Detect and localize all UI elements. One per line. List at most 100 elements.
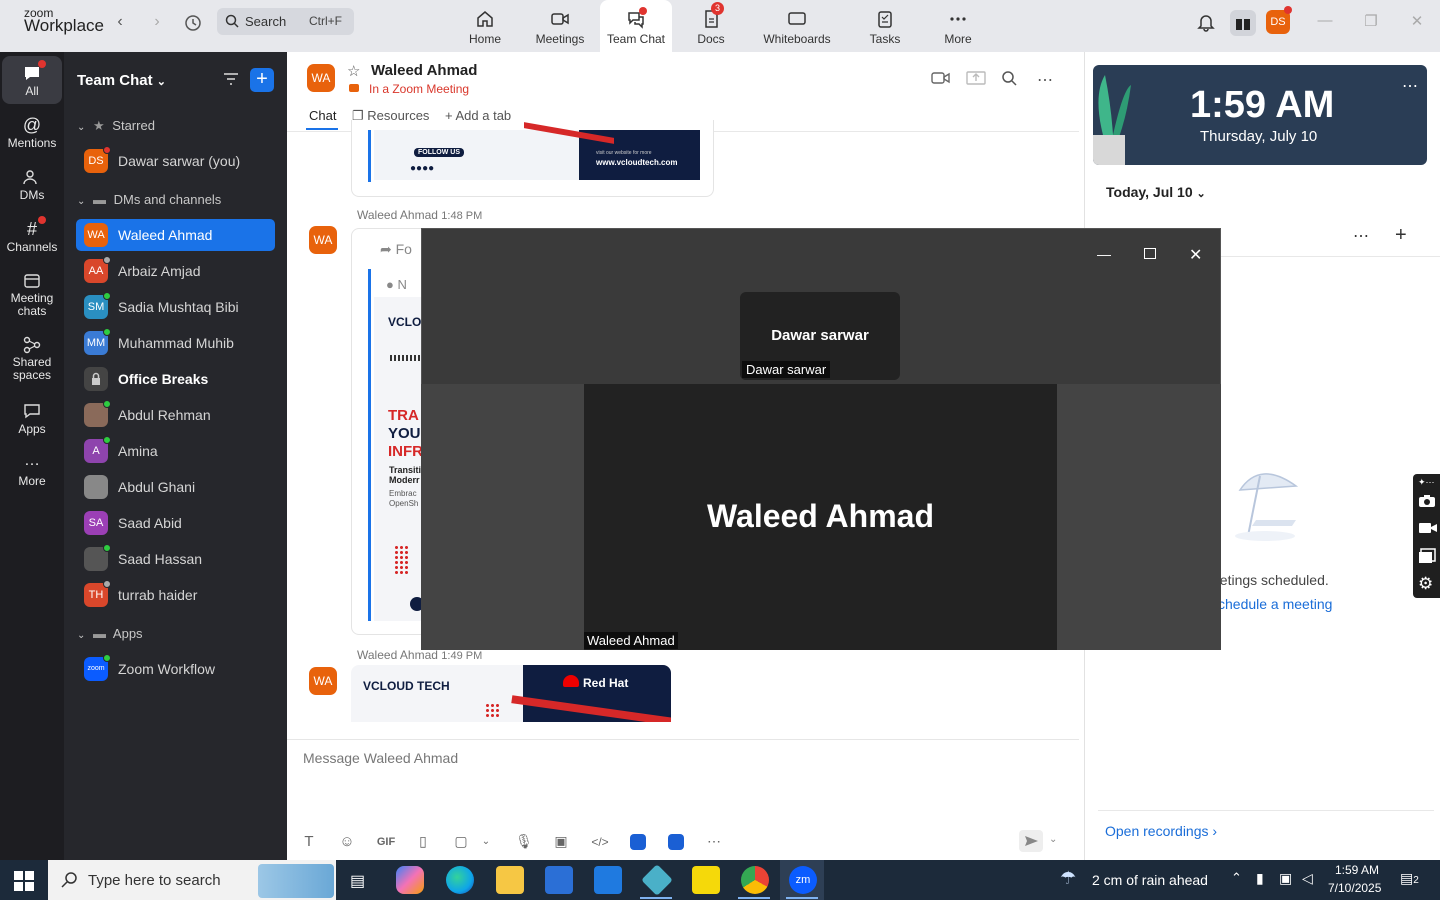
sidebar-item-turrab-haider[interactable]: TH turrab haider [76,579,275,611]
forward-arrow-icon[interactable]: › [147,13,167,33]
tab-team-chat[interactable]: Team Chat [600,0,672,52]
mail-icon[interactable] [594,866,622,894]
app-integration-icon[interactable] [630,834,646,850]
weather-rain-icon[interactable]: ☂ [1060,868,1076,889]
notification-center-icon[interactable]: ▤2 [1400,870,1419,887]
video-maximize-icon[interactable] [1144,248,1156,259]
schedule-meeting-link[interactable]: chedule a meeting [1218,596,1332,612]
more-options-icon[interactable]: ⋯ [1037,70,1053,90]
open-recordings-link[interactable]: Open recordings › [1105,823,1217,839]
sidebar-item-zoom-workflow[interactable]: zoom Zoom Workflow [76,653,275,685]
rail-item-shared-spaces[interactable]: Shared spaces [0,334,64,382]
rail-item-dms[interactable]: DMs [0,166,64,202]
bell-icon[interactable] [1196,12,1216,32]
sidebar-item-abdul-rehman[interactable]: Abdul Rehman [76,399,275,431]
rail-item-meeting-chats[interactable]: Meeting chats [0,270,64,318]
edge-browser-icon[interactable] [446,866,474,894]
sidebar-item-abdul-ghani[interactable]: Abdul Ghani [76,471,275,503]
tab-tasks[interactable]: Tasks [849,0,921,52]
rail-item-all[interactable]: All [0,60,64,98]
tab-more[interactable]: More [922,0,994,52]
chrome-icon[interactable] [741,866,769,894]
sidebar-item-amina[interactable]: A Amina [76,435,275,467]
sidebar-item-office-breaks[interactable]: Office Breaks [76,363,275,395]
message-avatar[interactable]: WA [309,226,337,254]
window-icon[interactable] [1418,548,1436,564]
chevron-up-icon[interactable]: ⌃ [1231,870,1242,886]
task-view-icon[interactable]: ▤ [350,871,365,891]
gif-button[interactable]: GIF [374,836,398,854]
clock-more-icon[interactable]: ⋯ [1402,76,1418,96]
microphone-icon[interactable]: 🎙 [515,833,533,851]
message-input[interactable]: Message Waleed Ahmad [303,750,458,766]
tab-meetings[interactable]: Meetings [524,0,596,52]
network-icon[interactable]: ▣ [1279,870,1292,887]
sidebar-item-saad-abid[interactable]: SA Saad Abid [76,507,275,539]
file-explorer-icon[interactable] [496,866,524,894]
contact-name-header[interactable]: Waleed Ahmad [371,62,477,79]
close-icon[interactable]: ✕ [1406,12,1428,34]
weather-text[interactable]: 2 cm of rain ahead [1092,872,1208,888]
sidebar-item-saad-hassan[interactable]: Saad Hassan [76,543,275,575]
filter-icon[interactable] [222,71,240,87]
sidebar-item-self[interactable]: DS Dawar sarwar (you) [76,145,275,177]
taskbar-time[interactable]: 1:59 AM [1332,863,1382,877]
rail-item-apps[interactable]: Apps [0,400,64,436]
section-starred[interactable]: ⌄ ★ Starred [77,118,155,134]
search-icon[interactable] [1001,70,1017,86]
search-box[interactable]: Search Ctrl+F [217,8,354,35]
windows-start-icon[interactable] [14,871,34,891]
video-minimize-icon[interactable]: — [1097,246,1111,262]
app-integration-icon[interactable] [668,834,684,850]
share-screen-icon[interactable] [966,70,986,86]
sidebar-item-sadia-mushtaq-bibi[interactable]: SM Sadia Mushtaq Bibi [76,291,275,323]
file-icon[interactable]: ▯ [414,833,432,851]
video-close-icon[interactable]: ✕ [1189,245,1202,265]
flyer-image-redhat[interactable]: VCLOUD TECH Red Hat [351,665,671,722]
gift-icon[interactable] [1230,10,1256,36]
calendar-more-icon[interactable]: ⋯ [1353,226,1369,246]
zoom-app-icon[interactable]: zm [789,866,817,894]
copilot-icon[interactable] [396,866,424,894]
tab-docs[interactable]: 3 Docs [675,0,747,52]
history-icon[interactable] [183,13,203,33]
back-arrow-icon[interactable]: ‹ [110,13,130,33]
sidebar-item-muhammad-muhib[interactable]: MM Muhammad Muhib [76,327,275,359]
tab-home[interactable]: Home [449,0,521,52]
text-format-icon[interactable]: T [300,833,318,851]
screenshot-icon[interactable]: ▢ [452,833,470,851]
code-icon[interactable]: </> [591,835,609,853]
section-dms[interactable]: ⌄ ▬ DMs and channels [77,192,221,207]
sidebar-item-waleed-ahmad[interactable]: WA Waleed Ahmad [76,219,275,251]
more-tools-icon[interactable]: ⋯ [705,833,723,851]
rail-item-more[interactable]: … More [0,452,64,488]
camera-icon[interactable] [1418,494,1436,508]
send-icon[interactable] [1019,830,1043,852]
chevron-down-icon[interactable]: ⌄ [1049,834,1057,845]
video-message-icon[interactable]: ▣ [552,833,570,851]
section-apps[interactable]: ⌄ ▬ Apps [77,626,143,641]
tab-whiteboards[interactable]: Whiteboards [761,0,833,52]
rail-item-mentions[interactable]: @ Mentions [0,114,64,150]
sticky-notes-icon[interactable] [692,866,720,894]
settings-gear-icon[interactable]: ⚙ [1418,574,1433,594]
sidebar-title[interactable]: Team Chat ⌄ [77,72,166,89]
emoji-icon[interactable]: ☺ [338,833,356,851]
star-outline-icon[interactable]: ☆ [347,62,360,80]
record-video-icon[interactable] [1418,521,1438,535]
message-avatar[interactable]: WA [309,667,337,695]
taskbar-date[interactable]: 7/10/2025 [1328,881,1381,895]
volume-icon[interactable]: ◁ [1302,870,1313,887]
microphone-icon[interactable]: ▮ [1256,870,1264,887]
chevron-down-icon[interactable]: ⌄ [477,836,495,854]
add-event-icon[interactable]: + [1395,224,1407,247]
pin-icon[interactable]: ✦⋯ [1418,477,1435,488]
minimize-icon[interactable]: — [1314,12,1336,34]
store-icon[interactable] [545,866,573,894]
contact-avatar[interactable]: WA [307,64,335,92]
video-call-icon[interactable] [931,70,951,86]
rail-item-channels[interactable]: # Channels [0,216,64,254]
tab-chat[interactable]: Chat [309,108,336,123]
message-card[interactable]: FOLLOW US ●●●● visit our website for mor… [351,120,714,197]
maximize-icon[interactable]: ❐ [1360,12,1382,34]
